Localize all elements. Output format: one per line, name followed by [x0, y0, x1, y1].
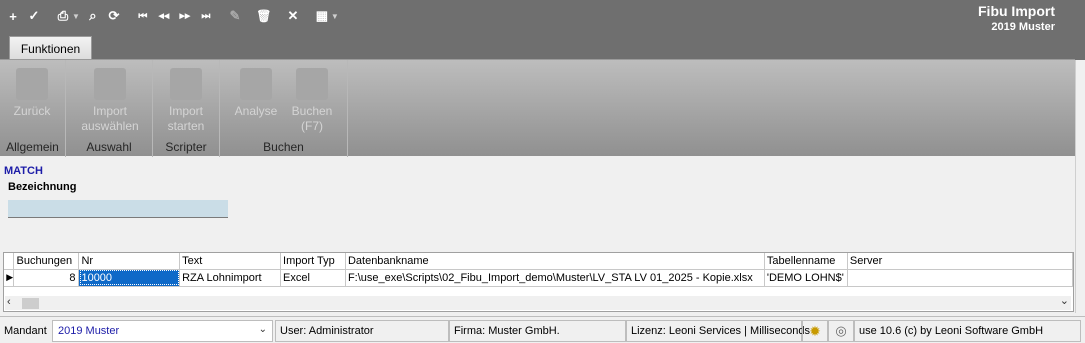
mandant-label: Mandant: [4, 325, 47, 337]
column-header-datenbankname[interactable]: Datenbankname: [345, 253, 765, 270]
zurueck-button-label: Zurück: [13, 104, 51, 118]
ribbon-group-label-auswahl: Auswahl: [86, 140, 132, 154]
ribbon-group-buchen: Analyse Buchen (F7) Buchen: [220, 60, 348, 157]
app-title-block: Fibu Import 2019 Muster: [978, 3, 1055, 35]
column-header-import-typ[interactable]: Import Typ: [280, 253, 346, 270]
cell-text[interactable]: RZA Lohnimport: [179, 269, 282, 287]
new-record-icon[interactable]: +: [4, 7, 22, 25]
ribbon-group-label-allgemein: Allgemein: [6, 140, 59, 154]
column-header-nr[interactable]: Nr: [78, 253, 181, 270]
cell-nr[interactable]: 10000: [78, 269, 181, 287]
chevron-down-icon[interactable]: ⌄: [1060, 294, 1069, 307]
search-icon[interactable]: ⌕: [84, 7, 102, 25]
save-check-icon[interactable]: ✓: [25, 7, 43, 25]
cell-server[interactable]: [847, 269, 1074, 287]
cell-tabellenname[interactable]: 'DEMO LOHN$': [764, 269, 848, 287]
list-icon: [94, 68, 126, 100]
column-header-text[interactable]: Text: [179, 253, 282, 270]
user-info: User: Administrator: [275, 320, 449, 342]
coins-icon[interactable]: ◎: [828, 320, 854, 342]
table-row[interactable]: ▶ 8 10000 RZA Lohnimport Excel F:\use_ex…: [4, 269, 1074, 287]
bezeichnung-label: Bezeichnung: [8, 181, 77, 193]
chevron-down-icon: ⌄: [258, 324, 267, 335]
import-starten-button[interactable]: Import starten: [161, 68, 211, 134]
ribbon-group-allgemein: Zurück Allgemein: [0, 60, 66, 157]
column-header-buchungen[interactable]: Buchungen: [13, 253, 80, 270]
back-icon: [16, 68, 48, 100]
buchen-button[interactable]: Buchen (F7): [287, 68, 337, 134]
app-subtitle: 2019 Muster: [991, 21, 1055, 33]
terminal-icon: [170, 68, 202, 100]
import-grid: Buchungen Nr Text Import Typ Datenbankna…: [3, 252, 1074, 312]
cell-import-typ[interactable]: Excel: [280, 269, 346, 287]
import-starten-button-label: Import starten: [167, 104, 205, 133]
edit-pencil-icon[interactable]: ✎: [226, 7, 244, 25]
column-header-tabellenname[interactable]: Tabellenname: [764, 253, 848, 270]
mandant-select[interactable]: 2019 Muster ⌄: [52, 320, 273, 342]
print-dropdown-chevron-icon[interactable]: ▼: [72, 12, 80, 21]
import-auswaehlen-button-label: Import auswählen: [81, 104, 139, 133]
tab-funktionen[interactable]: Funktionen: [9, 36, 92, 60]
last-record-icon[interactable]: ⏭: [197, 7, 215, 25]
book-icon: [296, 68, 328, 100]
ribbon-group-label-scripter: Scripter: [165, 140, 207, 154]
horizontal-scrollbar[interactable]: ‹ ⌄: [5, 294, 1071, 310]
ribbon: Zurück Allgemein Import auswählen Auswah…: [0, 59, 1075, 157]
analyse-button-label: Analyse: [234, 104, 278, 118]
table-header-row: Buchungen Nr Text Import Typ Datenbankna…: [4, 253, 1074, 270]
top-toolbar: + ✓ ⎙ ▼ ⌕ ⟳ ⏮ ◀◀ ▶▶ ⏭ ✎ 🗑 ✕ ▦ ▼ Fibu Imp…: [0, 0, 1085, 60]
previous-record-icon[interactable]: ◀◀: [155, 7, 173, 25]
delete-trash-icon[interactable]: 🗑: [255, 7, 273, 25]
import-auswaehlen-button[interactable]: Import auswählen: [78, 68, 142, 134]
app-title: Fibu Import: [978, 3, 1055, 19]
analyse-button[interactable]: Analyse: [231, 68, 281, 119]
print-icon[interactable]: ⎙: [54, 7, 72, 25]
version-info: use 10.6 (c) by Leoni Software GmbH: [854, 320, 1081, 342]
ribbon-group-scripter: Import starten Scripter: [153, 60, 220, 157]
row-indicator-header: [4, 253, 15, 270]
lizenz-info: Lizenz: Leoni Services | Milliseconds: [626, 320, 810, 342]
row-indicator-icon: ▶: [4, 269, 15, 287]
sun-icon[interactable]: ✹: [802, 320, 828, 342]
status-bar: Mandant 2019 Muster ⌄ User: Administrato…: [0, 316, 1085, 343]
mandant-select-value: 2019 Muster: [58, 325, 120, 337]
firma-info: Firma: Muster GmbH.: [449, 320, 626, 342]
bezeichnung-input[interactable]: [8, 200, 228, 218]
refresh-icon[interactable]: ⟳: [105, 7, 123, 25]
quick-access-toolbar: + ✓ ⎙ ▼ ⌕ ⟳ ⏮ ◀◀ ▶▶ ⏭ ✎ 🗑 ✕ ▦ ▼: [4, 6, 343, 26]
grid-layout-icon[interactable]: ▦: [313, 7, 331, 25]
grid-dropdown-chevron-icon[interactable]: ▼: [331, 12, 339, 21]
next-record-icon[interactable]: ▶▶: [176, 7, 194, 25]
scrollbar-thumb[interactable]: [22, 298, 39, 309]
ribbon-group-label-buchen: Buchen: [263, 140, 304, 154]
section-title: MATCH: [4, 165, 43, 177]
column-header-server[interactable]: Server: [847, 253, 1074, 270]
cell-datenbankname[interactable]: F:\use_exe\Scripts\02_Fibu_Import_demo\M…: [345, 269, 765, 287]
magnifier-icon: [240, 68, 272, 100]
zurueck-button[interactable]: Zurück: [7, 68, 57, 119]
buchen-button-label: Buchen (F7): [291, 104, 333, 133]
ribbon-group-auswahl: Import auswählen Auswahl: [66, 60, 153, 157]
scroll-left-icon[interactable]: ‹: [7, 296, 11, 308]
vertical-scrollbar[interactable]: [1075, 60, 1085, 313]
first-record-icon[interactable]: ⏮: [134, 7, 152, 25]
cell-buchungen[interactable]: 8: [13, 269, 80, 287]
import-table: Buchungen Nr Text Import Typ Datenbankna…: [4, 253, 1074, 287]
cancel-close-icon[interactable]: ✕: [284, 7, 302, 25]
